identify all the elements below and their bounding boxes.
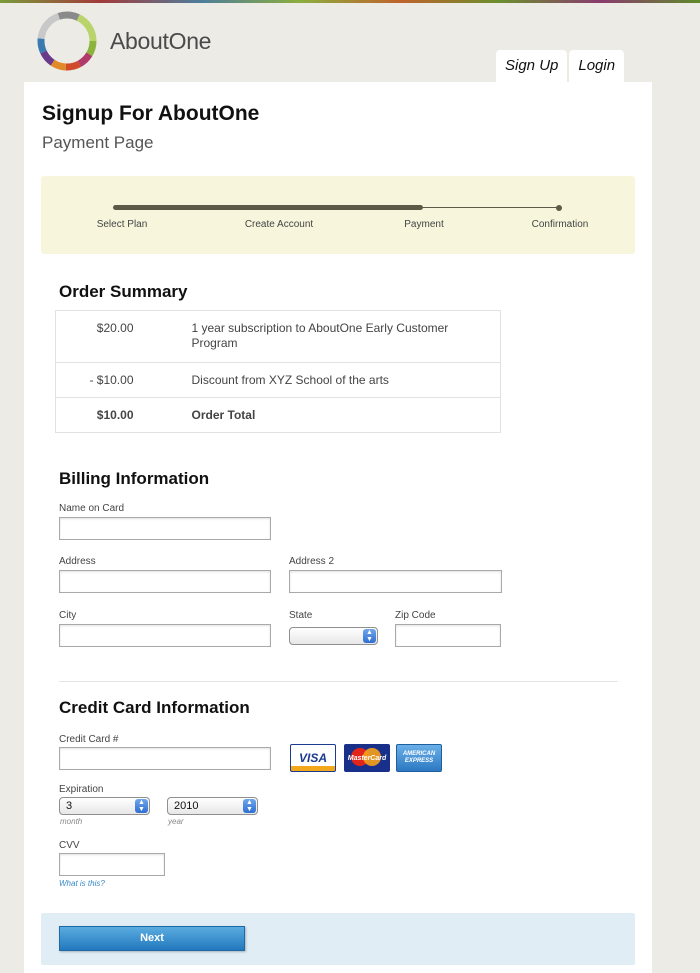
line-amount: $20.00: [55, 310, 148, 363]
expiration-year-select[interactable]: 2010 ▲ ▼: [167, 797, 258, 815]
credit-card-heading: Credit Card Information: [59, 698, 250, 717]
table-row: $10.00 Order Total: [56, 398, 501, 433]
cvv-label: CVV: [59, 840, 80, 851]
tab-login[interactable]: Login: [569, 50, 625, 82]
amex-label: AMERICAN EXPRESS: [402, 751, 436, 764]
billing-heading: Billing Information: [59, 469, 210, 488]
zip-code-field[interactable]: [395, 624, 501, 647]
visa-card-icon: VISA: [290, 744, 336, 772]
step-create-account: Create Account: [244, 219, 314, 230]
cvv-field[interactable]: [59, 853, 165, 876]
state-select[interactable]: ▲ ▼: [289, 627, 378, 645]
progress-end-dot: [556, 205, 562, 211]
expiration-month-select[interactable]: 3 ▲ ▼: [59, 797, 150, 815]
expiration-year-value: 2010: [174, 800, 199, 812]
mastercard-icon: MasterCard: [344, 744, 390, 772]
total-amount: $10.00: [96, 408, 134, 422]
zip-code-label: Zip Code: [395, 610, 436, 621]
form-footer: Next: [41, 913, 635, 965]
line-amount: - $10.00: [55, 362, 148, 398]
select-arrows-icon: ▲ ▼: [135, 799, 148, 813]
expiration-label: Expiration: [59, 784, 104, 795]
total-label: Order Total: [191, 408, 256, 422]
name-on-card-label: Name on Card: [59, 503, 125, 514]
credit-card-number-field[interactable]: [59, 747, 271, 770]
step-payment: Payment: [404, 219, 444, 230]
visa-label: VISA: [298, 751, 327, 765]
month-hint: month: [60, 817, 83, 826]
year-hint: year: [168, 817, 184, 826]
city-label: City: [59, 610, 77, 621]
address2-label: Address 2: [289, 556, 335, 567]
select-arrows-icon: ▲ ▼: [243, 799, 256, 813]
mastercard-label: MasterCard: [347, 754, 387, 762]
name-on-card-field[interactable]: [59, 517, 271, 540]
progress-stepper: Select Plan Create Account Payment Confi…: [41, 176, 635, 254]
next-button[interactable]: Next: [59, 926, 245, 951]
amex-card-icon: AMERICAN EXPRESS: [396, 744, 442, 772]
line-description: 1 year subscription to AboutOne Early Cu…: [147, 310, 501, 363]
section-divider: [59, 681, 618, 682]
signup-card: Signup For AboutOne Payment Page Select …: [24, 82, 652, 973]
address-field[interactable]: [59, 570, 271, 593]
aboutone-logo[interactable]: [36, 10, 98, 72]
progress-track-remaining: [423, 207, 559, 208]
cvv-help-link[interactable]: What is this?: [59, 879, 105, 888]
line-description: Discount from XYZ School of the arts: [147, 362, 501, 398]
address-label: Address: [59, 556, 96, 567]
order-summary-table: $20.00 1 year subscription to AboutOne E…: [55, 310, 501, 433]
city-field[interactable]: [59, 624, 271, 647]
table-row: - $10.00 Discount from XYZ School of the…: [55, 362, 501, 398]
tab-sign-up[interactable]: Sign Up: [496, 50, 568, 82]
step-select-plan: Select Plan: [96, 219, 148, 230]
progress-track-complete: [113, 205, 423, 210]
address2-field[interactable]: [289, 570, 502, 593]
select-arrows-icon: ▲ ▼: [363, 629, 376, 643]
order-summary-heading: Order Summary: [59, 282, 188, 301]
step-confirmation: Confirmation: [531, 219, 589, 230]
auth-tabs: Sign Up Login: [496, 50, 625, 82]
top-color-stripe: [0, 0, 700, 3]
page-title: Signup For AboutOne: [42, 102, 260, 125]
state-label: State: [289, 610, 313, 621]
credit-card-number-label: Credit Card #: [59, 734, 119, 745]
page-subtitle: Payment Page: [42, 133, 154, 152]
expiration-month-value: 3: [66, 800, 73, 812]
table-row: $20.00 1 year subscription to AboutOne E…: [55, 310, 501, 363]
brand-name[interactable]: AboutOne: [110, 28, 211, 55]
